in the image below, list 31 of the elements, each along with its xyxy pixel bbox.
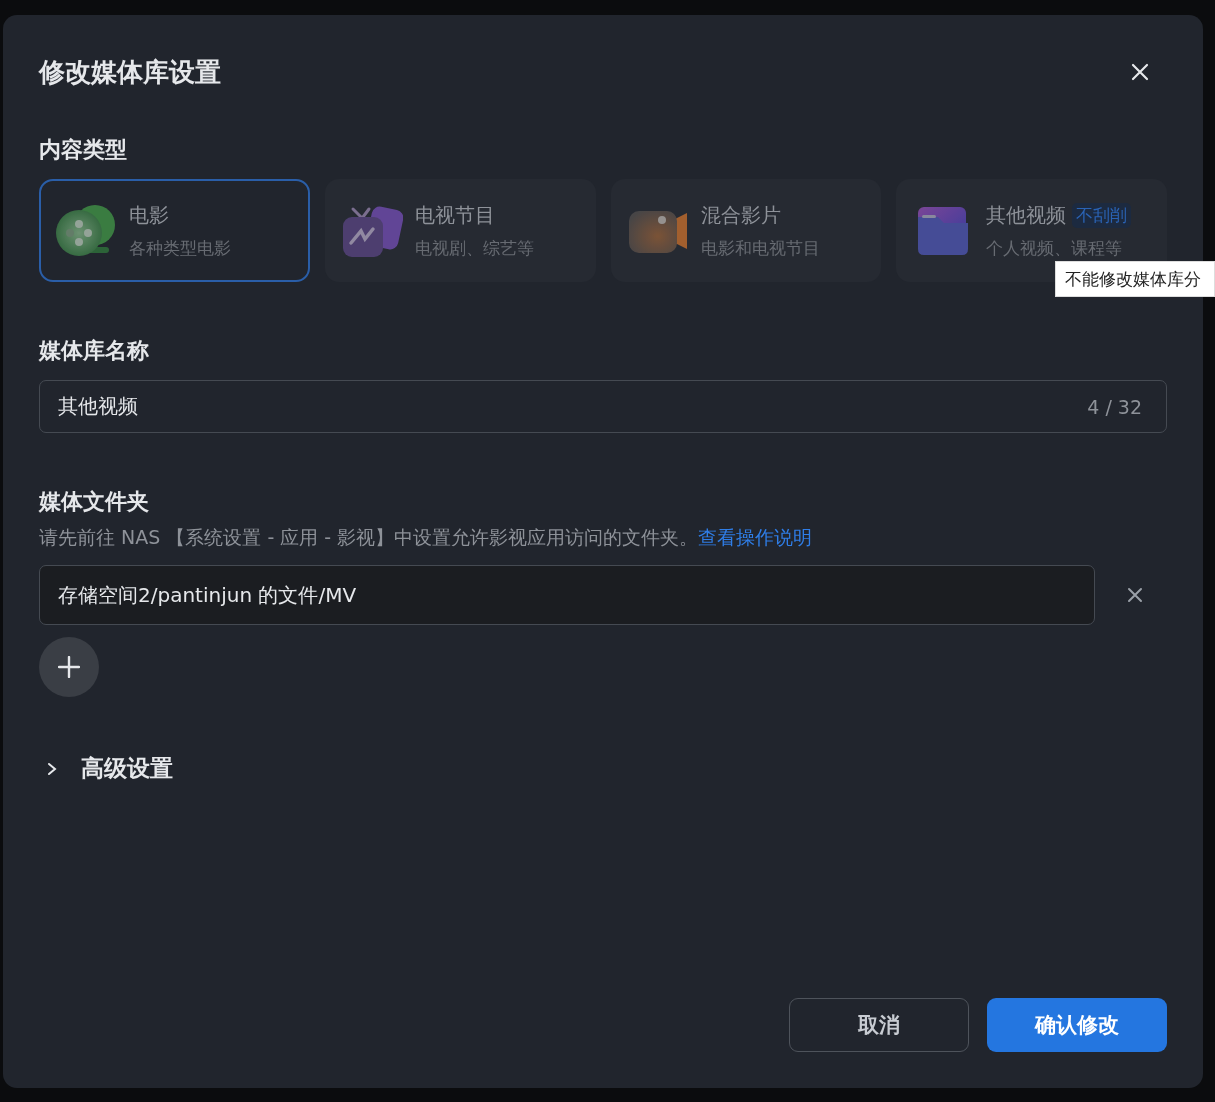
character-counter: 4 / 32 <box>1087 395 1142 418</box>
card-subtitle: 电视剧、综艺等 <box>414 236 534 260</box>
card-title: 电视节目 <box>414 201 495 229</box>
film-reel-icon <box>55 202 117 259</box>
content-type-card[interactable]: 混合影片 电影和电视节目 <box>610 179 882 282</box>
card-subtitle: 个人视频、课程等 <box>986 236 1124 260</box>
card-subtitle: 各种类型电影 <box>129 236 231 260</box>
card-title: 其他视频 <box>986 201 1067 229</box>
field-value: 其他视频 <box>58 393 138 420</box>
card-subtitle: 电影和电视节目 <box>700 236 820 260</box>
content-type-card[interactable]: 电视节目 电视剧、综艺等 <box>324 179 596 282</box>
plus-icon <box>58 656 80 678</box>
close-icon[interactable] <box>1131 63 1149 81</box>
section-label: 媒体库名称 <box>39 337 150 365</box>
cancel-button[interactable]: 取消 <box>789 998 969 1052</box>
section-label: 内容类型 <box>39 136 128 164</box>
folder-path-field[interactable]: 存储空间2/pantinjun 的文件/MV <box>39 565 1095 625</box>
help-text: 请先前往 NAS 【系统设置 - 应用 - 影视】中设置允许影视应用访问的文件夹。 <box>39 526 699 548</box>
help-link[interactable]: 查看操作说明 <box>698 526 813 548</box>
remove-icon[interactable] <box>1127 587 1143 603</box>
library-name-field[interactable]: 其他视频 4 / 32 <box>39 380 1167 433</box>
content-type-card[interactable]: 电影 各种类型电影 <box>39 179 310 282</box>
tag: 不刮削 <box>1072 202 1132 228</box>
dialog-title: 修改媒体库设置 <box>39 55 221 89</box>
tooltip: 不能修改媒体库分 <box>1055 261 1215 297</box>
section-label: 媒体文件夹 <box>39 488 150 516</box>
confirm-button[interactable]: 确认修改 <box>987 998 1167 1052</box>
chevron-icon[interactable] <box>47 761 57 776</box>
advanced-settings-toggle[interactable]: 高级设置 <box>81 753 173 784</box>
card-title: 电影 <box>129 201 169 229</box>
card-title: 混合影片 <box>700 201 781 229</box>
